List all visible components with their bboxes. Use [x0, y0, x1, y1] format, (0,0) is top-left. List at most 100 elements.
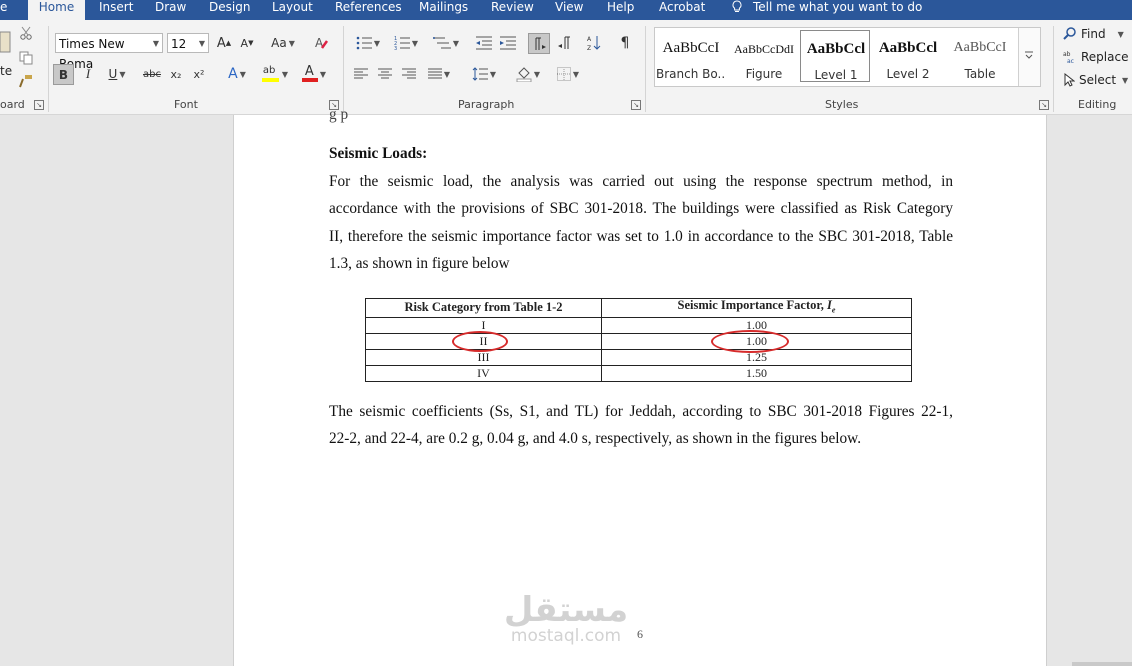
shrink-font-button[interactable]: A ▼: [238, 33, 256, 53]
line-spacing-button[interactable]: ▼: [468, 64, 500, 84]
paste-label[interactable]: te: [0, 64, 12, 78]
ltr-button[interactable]: [528, 33, 550, 54]
styles-more-button[interactable]: [1018, 28, 1040, 86]
tab-insert[interactable]: Insert: [99, 0, 133, 20]
paste-icon[interactable]: [0, 30, 12, 56]
copy-icon[interactable]: [19, 51, 33, 65]
tell-me-search[interactable]: Tell me what you want to do: [731, 0, 922, 14]
tab-layout[interactable]: Layout: [272, 0, 313, 20]
document-canvas[interactable]: g p Seismic Loads: For the seismic load,…: [0, 106, 1132, 666]
replace-label: Replace: [1081, 50, 1129, 64]
bullets-button[interactable]: ▼: [352, 33, 384, 53]
font-name-dropdown[interactable]: Times New Roma ▼: [55, 33, 163, 71]
bullets-icon: [356, 36, 372, 50]
justify-button[interactable]: ▼: [424, 64, 454, 84]
tab-draw[interactable]: Draw: [155, 0, 186, 20]
sort-button[interactable]: AZ: [583, 33, 605, 53]
red-annotation-circle: [711, 330, 789, 353]
align-center-icon: [378, 68, 392, 79]
replace-icon: abac: [1063, 51, 1074, 64]
divider: [645, 26, 646, 112]
italic-button[interactable]: I: [80, 64, 96, 84]
divider: [48, 26, 49, 112]
svg-text:A: A: [587, 36, 592, 43]
font-size-dropdown[interactable]: 12 ▼: [167, 33, 209, 53]
change-case-button[interactable]: Aa ▼: [267, 33, 299, 53]
style-figure[interactable]: AaBbCcDdI Figure: [729, 30, 799, 82]
decrease-indent-button[interactable]: [473, 33, 495, 53]
align-right-button[interactable]: [400, 64, 418, 84]
replace-button[interactable]: ab ac Replace: [1063, 50, 1128, 64]
style-branch-body[interactable]: AaBbCcI Branch Bo...: [656, 30, 726, 82]
underline-button[interactable]: U ▼: [104, 64, 130, 84]
paragraph-line: The seismic coefficients (Ss, S1, and TL…: [329, 403, 953, 420]
paragraph-line: For the seismic load, the analysis was c…: [329, 173, 953, 190]
clear-formatting-icon: A: [315, 36, 329, 50]
watermark-latin: mostaql.com: [510, 626, 622, 646]
find-button[interactable]: Find ▼: [1063, 27, 1124, 41]
format-painter-icon[interactable]: [19, 74, 33, 88]
subscript-button[interactable]: x₂: [168, 64, 184, 84]
tab-home[interactable]: Home: [28, 0, 85, 20]
show-formatting-marks-button[interactable]: ¶: [614, 33, 636, 53]
clipboard-dialog-launcher[interactable]: ↘: [34, 100, 44, 110]
rtl-button[interactable]: [554, 33, 576, 53]
highlight-color-button[interactable]: ab ▼: [258, 64, 292, 84]
multilevel-list-button[interactable]: ▼: [429, 33, 463, 53]
align-left-button[interactable]: [352, 64, 370, 84]
tab-view[interactable]: View: [555, 0, 583, 20]
numbering-button[interactable]: 1 2 3 ▼: [390, 33, 422, 53]
tab-design[interactable]: Design: [209, 0, 250, 20]
style-name: Figure: [745, 67, 783, 81]
style-sample: AaBbCcl: [806, 41, 866, 57]
tab-acrobat[interactable]: Acrobat: [659, 0, 705, 20]
header-text: Seismic Importance Factor,: [677, 298, 828, 312]
paint-bucket-icon: [516, 67, 532, 82]
font-color-button[interactable]: A ▼: [297, 64, 331, 84]
justify-icon: [427, 68, 442, 79]
previous-line-fragment: g p: [329, 106, 349, 123]
grow-font-button[interactable]: A ▲: [215, 33, 233, 53]
find-label: Find: [1081, 27, 1106, 41]
clear-formatting-button[interactable]: A: [311, 33, 333, 53]
tab-review[interactable]: Review: [491, 0, 534, 20]
sort-icon: AZ: [587, 36, 601, 51]
lightbulb-icon: [732, 0, 742, 12]
font-color-icon: A: [301, 64, 318, 83]
document-page[interactable]: g p Seismic Loads: For the seismic load,…: [233, 106, 1047, 666]
divider: [1053, 26, 1054, 112]
table-header-row: Risk Category from Table 1-2 Seismic Imp…: [365, 298, 912, 318]
table-header-cell: Seismic Importance Factor, Ie: [601, 298, 912, 318]
bold-button[interactable]: B: [53, 64, 74, 85]
font-color-label: A: [304, 64, 314, 79]
paragraph-line: II, therefore the seismic importance fac…: [329, 228, 953, 245]
tab-help[interactable]: Help: [607, 0, 634, 20]
svg-text:Z: Z: [587, 45, 591, 51]
superscript-button[interactable]: x²: [191, 64, 207, 84]
shading-button[interactable]: ▼: [512, 64, 544, 84]
styles-dialog-launcher[interactable]: ↘: [1039, 100, 1049, 110]
borders-button[interactable]: ▼: [552, 64, 584, 84]
underline-label: U: [108, 67, 118, 81]
tab-file[interactable]: e: [0, 0, 10, 20]
cursor-arrow-icon: [1064, 73, 1075, 87]
font-size-value: 12: [171, 37, 187, 51]
style-level-2[interactable]: AaBbCcl Level 2: [873, 30, 943, 82]
text-effects-label: A: [228, 66, 238, 82]
style-table[interactable]: AaBbCcI Table: [945, 30, 1015, 82]
cut-icon[interactable]: [19, 26, 33, 40]
text-effects-button[interactable]: A ▼: [222, 64, 252, 84]
select-button[interactable]: Select ▼: [1063, 73, 1128, 87]
paragraph-line: 1.3, as shown in figure below: [329, 255, 510, 272]
seismic-importance-table: Risk Category from Table 1-2 Seismic Imp…: [365, 298, 912, 382]
font-group-label: Font: [174, 98, 198, 111]
search-icon: [1063, 27, 1076, 40]
tab-mailings[interactable]: Mailings: [419, 0, 468, 20]
increase-indent-button[interactable]: [497, 33, 519, 53]
tab-references[interactable]: References: [335, 0, 402, 20]
section-heading: Seismic Loads:: [329, 145, 428, 162]
align-center-button[interactable]: [376, 64, 394, 84]
strikethrough-button[interactable]: abc: [142, 64, 162, 84]
style-level-1[interactable]: AaBbCcl Level 1: [800, 30, 870, 82]
numbering-icon: 123: [394, 36, 410, 50]
